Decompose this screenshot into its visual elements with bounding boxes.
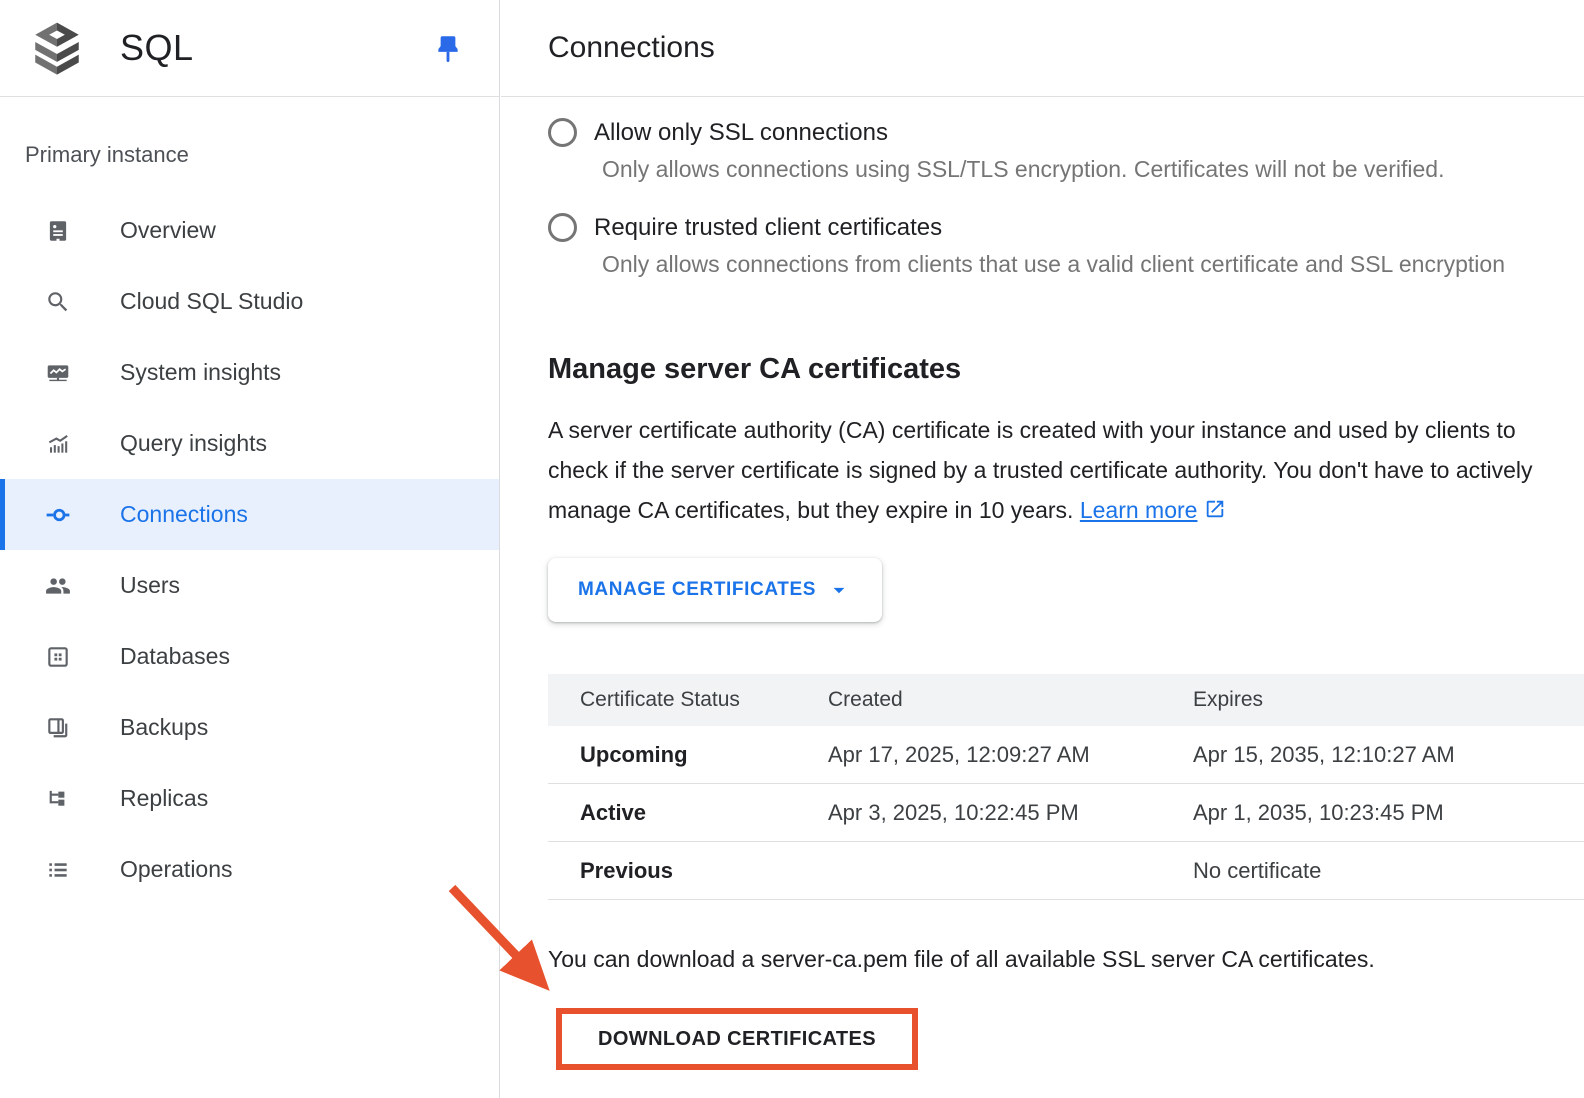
sidebar-item-cloud-sql-studio[interactable]: Cloud SQL Studio xyxy=(0,266,499,337)
sidebar-item-system-insights[interactable]: System insights xyxy=(0,337,499,408)
cell-created: Apr 17, 2025, 12:09:27 AM xyxy=(828,742,1193,768)
cell-expires: No certificate xyxy=(1193,858,1584,884)
sidebar-header: SQL xyxy=(0,0,499,97)
section-heading: Manage server CA certificates xyxy=(548,350,1584,388)
query-insights-icon xyxy=(45,431,71,457)
users-icon xyxy=(45,573,71,599)
table-header-row: Certificate Status Created Expires xyxy=(548,674,1584,726)
system-insights-icon xyxy=(45,360,71,386)
cell-expires: Apr 1, 2035, 10:23:45 PM xyxy=(1193,800,1584,826)
replicas-icon xyxy=(45,786,71,812)
pin-icon[interactable] xyxy=(431,30,465,68)
sidebar-item-connections[interactable]: Connections xyxy=(0,479,499,550)
table-row: Upcoming Apr 17, 2025, 12:09:27 AM Apr 1… xyxy=(548,726,1584,784)
sidebar-item-label: Replicas xyxy=(120,785,208,812)
annotation-rectangle: DOWNLOAD CERTIFICATES xyxy=(556,1008,918,1070)
sidebar-item-databases[interactable]: Databases xyxy=(0,621,499,692)
sidebar-item-label: Query insights xyxy=(120,430,267,457)
sidebar-section-label: Primary instance xyxy=(25,142,499,168)
main-header: Connections xyxy=(501,0,1584,97)
chevron-down-icon xyxy=(826,577,852,603)
download-certificates-button[interactable]: DOWNLOAD CERTIFICATES xyxy=(562,1014,912,1064)
sidebar-item-users[interactable]: Users xyxy=(0,550,499,621)
sidebar: SQL Primary instance Overview xyxy=(0,0,500,1098)
column-header-status: Certificate Status xyxy=(548,688,828,712)
radio-label: Require trusted client certificates xyxy=(594,214,942,242)
table-row: Previous No certificate xyxy=(548,842,1584,900)
cell-status: Previous xyxy=(548,858,828,884)
section-body: A server certificate authority (CA) cert… xyxy=(548,410,1540,530)
cell-created: Apr 3, 2025, 10:22:45 PM xyxy=(828,800,1193,826)
radio-description: Only allows connections from clients tha… xyxy=(602,251,1584,278)
radio-description: Only allows connections using SSL/TLS en… xyxy=(602,156,1584,183)
connections-icon xyxy=(45,502,71,528)
operations-icon xyxy=(45,857,71,883)
sidebar-item-label: Users xyxy=(120,572,180,599)
overview-icon xyxy=(45,218,71,244)
sidebar-item-label: Connections xyxy=(120,501,248,528)
sidebar-item-label: Databases xyxy=(120,643,230,670)
cell-status: Upcoming xyxy=(548,742,828,768)
ssl-mode-radio-group: Allow only SSL connections Only allows c… xyxy=(548,118,1584,278)
backups-icon xyxy=(45,715,71,741)
learn-more-link[interactable]: Learn more xyxy=(1080,497,1227,523)
column-header-expires: Expires xyxy=(1193,688,1584,712)
certificates-table: Certificate Status Created Expires Upcom… xyxy=(548,674,1584,900)
table-row: Active Apr 3, 2025, 10:22:45 PM Apr 1, 2… xyxy=(548,784,1584,842)
radio-label: Allow only SSL connections xyxy=(594,119,888,147)
section-body-text: A server certificate authority (CA) cert… xyxy=(548,417,1533,523)
sidebar-nav: Overview Cloud SQL Studio System insight… xyxy=(0,195,499,905)
sidebar-item-backups[interactable]: Backups xyxy=(0,692,499,763)
column-header-created: Created xyxy=(828,688,1193,712)
cell-status: Active xyxy=(548,800,828,826)
open-in-new-icon xyxy=(1204,498,1226,520)
cell-expires: Apr 15, 2035, 12:10:27 AM xyxy=(1193,742,1584,768)
app-title: SQL xyxy=(120,27,194,69)
search-icon xyxy=(45,289,71,315)
cloud-sql-connections-page: SQL Primary instance Overview xyxy=(0,0,1584,1098)
radio-allow-only-ssl[interactable]: Allow only SSL connections xyxy=(548,118,1584,147)
learn-more-label: Learn more xyxy=(1080,497,1198,523)
radio-require-trusted-certs[interactable]: Require trusted client certificates xyxy=(548,213,1584,242)
sidebar-item-label: Operations xyxy=(120,856,233,883)
sidebar-item-label: System insights xyxy=(120,359,281,386)
page-title: Connections xyxy=(548,31,715,65)
radio-circle-icon[interactable] xyxy=(548,213,577,242)
manage-certificates-button[interactable]: MANAGE CERTIFICATES xyxy=(548,558,882,622)
sidebar-item-label: Backups xyxy=(120,714,208,741)
download-note: You can download a server-ca.pem file of… xyxy=(548,946,1584,973)
radio-circle-icon[interactable] xyxy=(548,118,577,147)
main-content: Connections Allow only SSL connections O… xyxy=(501,0,1584,1098)
sidebar-item-replicas[interactable]: Replicas xyxy=(0,763,499,834)
sidebar-item-overview[interactable]: Overview xyxy=(0,195,499,266)
databases-icon xyxy=(45,644,71,670)
sidebar-item-label: Cloud SQL Studio xyxy=(120,288,303,315)
cloud-sql-logo xyxy=(28,19,86,77)
sidebar-item-query-insights[interactable]: Query insights xyxy=(0,408,499,479)
sidebar-item-operations[interactable]: Operations xyxy=(0,834,499,905)
sidebar-item-label: Overview xyxy=(120,217,216,244)
manage-certificates-label: MANAGE CERTIFICATES xyxy=(578,579,816,601)
